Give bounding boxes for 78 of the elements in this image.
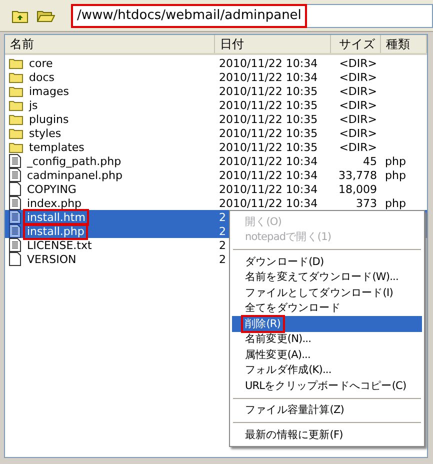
file-name[interactable]: docs — [27, 70, 56, 84]
file-size: <DIR> — [339, 70, 377, 84]
file-icon — [9, 252, 21, 266]
text-file-icon — [9, 196, 21, 210]
column-header[interactable]: 名前 — [5, 35, 215, 53]
menu-item[interactable]: 属性変更(A)... — [232, 347, 422, 362]
file-size: 18,009 — [338, 182, 377, 196]
file-icon — [9, 182, 21, 196]
file-name[interactable]: images — [27, 84, 71, 98]
menu-item[interactable]: 全てをダウンロード — [232, 300, 422, 316]
text-file-icon — [9, 224, 21, 238]
file-name[interactable]: index.php — [25, 196, 84, 210]
file-size: <DIR> — [339, 126, 377, 140]
folder-icon — [9, 99, 23, 111]
file-type: php — [385, 196, 406, 210]
path-text: /www/htdocs/webmail/adminpanel — [73, 6, 306, 26]
file-name[interactable]: plugins — [27, 112, 71, 126]
file-date: 2010/11/22 10:35 — [219, 112, 318, 126]
file-date: 2010/11/22 10:34 — [219, 182, 318, 196]
file-name[interactable]: styles — [27, 126, 64, 140]
file-date: 2010/11/22 10:34 — [219, 56, 318, 70]
menu-item[interactable]: ダウンロード(D) — [232, 254, 422, 270]
folder-icon — [9, 141, 23, 153]
folder-up-icon — [12, 8, 28, 22]
file-date: 2010/11/22 10:35 — [219, 126, 318, 140]
file-name[interactable]: _config_path.php — [25, 154, 124, 168]
column-header[interactable]: 種類 — [381, 35, 427, 53]
file-size: 373 — [356, 196, 377, 210]
column-header[interactable]: サイズ — [331, 35, 381, 53]
text-file-icon — [9, 238, 21, 252]
file-name[interactable]: core — [27, 56, 55, 70]
file-size: <DIR> — [339, 140, 377, 154]
menu-item[interactable]: ファイルとしてダウンロード(I) — [232, 285, 422, 300]
column-header[interactable]: 日付 — [215, 35, 331, 53]
file-name[interactable]: LICENSE.txt — [25, 238, 94, 252]
folder-icon — [9, 127, 23, 139]
folder-icon — [9, 57, 23, 69]
file-size: <DIR> — [339, 56, 377, 70]
menu-item[interactable]: フォルダ作成(K)... — [232, 362, 422, 378]
folder-icon — [9, 85, 23, 97]
file-size: <DIR> — [339, 84, 377, 98]
file-size: <DIR> — [339, 98, 377, 112]
file-date: 2010/11/22 10:35 — [219, 98, 318, 112]
file-date: 2 — [219, 224, 226, 238]
file-date: 2010/11/22 10:34 — [219, 168, 318, 182]
address-field[interactable]: /www/htdocs/webmail/adminpanel — [72, 4, 433, 28]
file-date: 2 — [219, 252, 226, 266]
open-folder-icon — [37, 8, 55, 23]
file-name[interactable]: COPYING — [25, 182, 78, 196]
file-name[interactable]: install.htm — [25, 210, 88, 224]
file-name[interactable]: cadminpanel.php — [25, 168, 124, 182]
file-date: 2010/11/22 10:35 — [219, 84, 318, 98]
file-name[interactable]: templates — [27, 140, 86, 154]
menu-item[interactable]: URLをクリップボードへコピー(C) — [232, 378, 422, 394]
text-file-icon — [9, 210, 21, 224]
file-date: 2010/11/22 10:34 — [219, 196, 318, 210]
menu-item[interactable]: ファイル容量計算(Z) — [232, 402, 422, 418]
file-date: 2 — [219, 238, 226, 252]
file-size: 33,778 — [338, 168, 377, 182]
text-file-icon — [9, 154, 21, 168]
file-name[interactable]: js — [27, 98, 40, 112]
menu-item[interactable]: 削除(R) — [232, 316, 422, 332]
file-name[interactable]: VERSION — [25, 252, 78, 266]
menu-item[interactable]: 名前を変えてダウンロード(W)... — [232, 270, 422, 285]
file-type: php — [385, 154, 406, 168]
file-date: 2010/11/22 10:34 — [219, 70, 318, 84]
file-date: 2010/11/22 10:35 — [219, 140, 318, 154]
file-date: 2010/11/22 10:34 — [219, 154, 318, 168]
menu-item[interactable]: 名前変更(N)... — [232, 332, 422, 347]
folder-icon — [9, 113, 23, 125]
menu-item[interactable]: 最新の情報に更新(F) — [232, 427, 422, 442]
file-type: php — [385, 168, 406, 182]
file-date: 2 — [219, 210, 226, 224]
file-size: <DIR> — [339, 112, 377, 126]
folder-icon — [9, 71, 23, 83]
file-name[interactable]: install.php — [25, 224, 86, 238]
file-size: 45 — [363, 154, 377, 168]
text-file-icon — [9, 168, 21, 182]
